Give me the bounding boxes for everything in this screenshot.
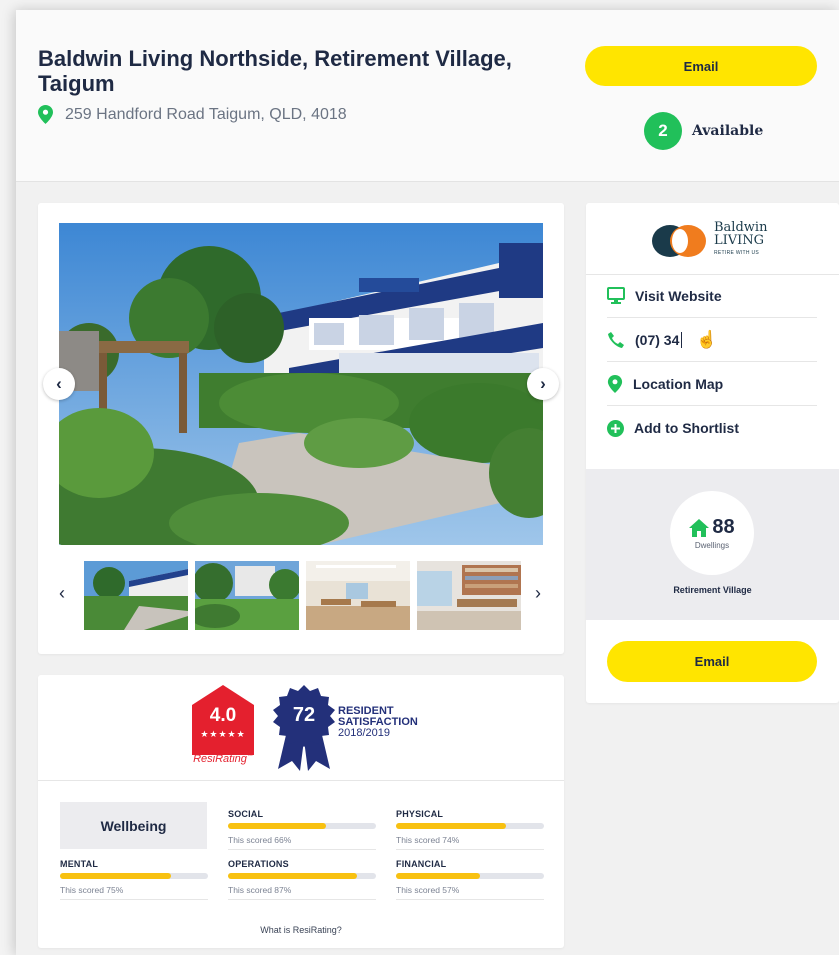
metric-bar (60, 873, 208, 879)
metric-name: FINANCIAL (396, 859, 447, 869)
listing-header: Baldwin Living Northside, Retirement Vil… (16, 10, 839, 182)
resirating-card: 4.0 ★★★★★ ResiRating™ 72 RESIDENT SATISF… (38, 675, 564, 948)
hero-image[interactable] (59, 223, 543, 545)
page-title: Baldwin Living Northside, Retirement Vil… (38, 46, 512, 96)
thumbnail[interactable] (195, 561, 299, 630)
baldwin-logo-icon (652, 224, 706, 257)
house-icon (689, 518, 710, 537)
logo-line2: LIVING (714, 233, 765, 248)
metric-score: This scored 66% (228, 835, 376, 850)
metric-bar (396, 873, 544, 879)
metric-score: This scored 74% (396, 835, 544, 850)
thumbnail[interactable] (306, 561, 410, 630)
availability: 2 Available (644, 112, 763, 150)
hand-cursor-icon: ☝ (696, 329, 718, 349)
what-is-resirating-link[interactable]: What is ResiRating? (38, 925, 564, 935)
hero-next-button[interactable]: › (527, 368, 559, 400)
thumbs-prev-button[interactable]: ‹ (59, 583, 65, 604)
phone-link[interactable]: (07) 34 ☝ (607, 318, 817, 362)
visit-website-link[interactable]: Visit Website (607, 274, 817, 318)
add-shortlist-link[interactable]: Add to Shortlist (607, 406, 817, 450)
location-map-link[interactable]: Location Map (607, 362, 817, 406)
category-wellbeing[interactable]: Wellbeing (60, 802, 207, 849)
metric-bar-fill (228, 873, 357, 879)
metric-bar-fill (60, 873, 171, 879)
gallery-card: ‹ › ‹ › (38, 203, 564, 654)
metric-bar (396, 823, 544, 829)
metric-score: This scored 75% (60, 885, 208, 900)
thumbnail[interactable] (417, 561, 521, 630)
dwellings-badge: 88 Dwellings (670, 491, 754, 575)
resirating-badge[interactable]: 4.0 ★★★★★ ResiRating™ (192, 685, 254, 776)
thumbs-next-button[interactable]: › (535, 583, 541, 604)
email-button-sidebar[interactable]: Email (607, 641, 817, 682)
provider-logo[interactable]: Baldwin LIVING RETIRE WITH US (652, 221, 767, 260)
metric-bar (228, 823, 376, 829)
location-pin-icon (607, 374, 623, 393)
resirating-brand: ResiRating™ (193, 753, 253, 765)
metric-bar (228, 873, 376, 879)
metric-physical: PHYSICAL This scored 74% (396, 809, 544, 850)
metric-mental: MENTAL This scored 75% (60, 859, 208, 900)
text-caret (681, 331, 683, 348)
metric-name: SOCIAL (228, 809, 264, 819)
satisfaction-score: 72 (292, 704, 316, 726)
dwellings-label: Dwellings (694, 541, 730, 550)
hero-prev-button[interactable]: ‹ (43, 368, 75, 400)
metric-name: MENTAL (60, 859, 99, 869)
thumbnail-strip (84, 561, 521, 630)
dwellings-count: 88 (712, 516, 735, 538)
satisfaction-text: RESIDENT SATISFACTION 2018/2019 (338, 706, 418, 739)
phone-icon (608, 331, 624, 348)
metric-score: This scored 87% (228, 885, 376, 900)
village-type: Retirement Village (673, 585, 752, 595)
add-shortlist-label: Add to Shortlist (634, 420, 739, 436)
metric-score: This scored 57% (396, 885, 544, 900)
dwellings-panel: 88 Dwellings Retirement Village (586, 469, 839, 620)
chevron-right-icon: › (540, 374, 546, 393)
thumb-dining-room (306, 561, 410, 630)
satisfaction-badge: 72 (272, 685, 336, 776)
metric-financial: FINANCIAL This scored 57% (396, 859, 544, 900)
chevron-left-icon: ‹ (56, 374, 62, 393)
metric-bar-fill (396, 823, 506, 829)
thumb-lawn-garden (195, 561, 299, 630)
metric-operations: OPERATIONS This scored 87% (228, 859, 376, 900)
location-pin-icon (38, 105, 53, 124)
metric-bar-fill (396, 873, 481, 879)
provider-sidebar: Baldwin LIVING RETIRE WITH US Visit Webs… (586, 203, 839, 703)
phone-number: (07) 34 (635, 331, 680, 348)
monitor-icon (607, 287, 625, 304)
available-count-badge: 2 (644, 112, 682, 150)
rating-score: 4.0 (209, 705, 237, 726)
metric-bar-fill (228, 823, 326, 829)
address: 259 Handford Road Taigum, QLD, 4018 (38, 105, 347, 124)
rating-stars: ★★★★★ (200, 729, 246, 739)
visit-website-label: Visit Website (635, 287, 722, 304)
metric-name: PHYSICAL (396, 809, 444, 819)
thumb-library-room (417, 561, 521, 630)
ribbon-seal-icon (273, 685, 335, 771)
logo-tagline: RETIRE WITH US (714, 250, 760, 256)
hero-photo (59, 223, 543, 545)
plus-circle-icon (607, 419, 624, 437)
address-text: 259 Handford Road Taigum, QLD, 4018 (65, 105, 347, 123)
satisfaction-year: 2018/2019 (338, 727, 390, 739)
metric-social: SOCIAL This scored 66% (228, 809, 376, 850)
location-map-label: Location Map (633, 375, 724, 392)
available-label: Available (692, 123, 764, 139)
thumb-garden-building (84, 561, 188, 630)
email-button-header[interactable]: Email (585, 46, 817, 86)
listing-page: Baldwin Living Northside, Retirement Vil… (16, 10, 839, 955)
thumbnail[interactable] (84, 561, 188, 630)
metric-name: OPERATIONS (228, 859, 289, 869)
